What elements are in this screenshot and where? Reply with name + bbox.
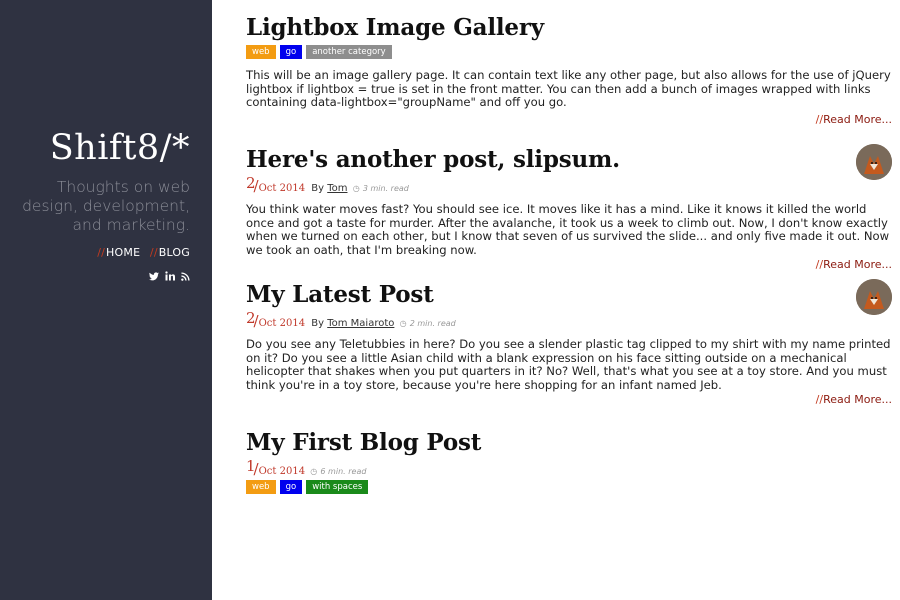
tag-badge[interactable]: go (279, 480, 303, 494)
post-by-label: By (311, 183, 325, 194)
tag-badge[interactable]: web (246, 45, 276, 59)
tag-badge[interactable]: web (246, 480, 276, 494)
post-item: Lightbox Image Gallery web go another ca… (246, 14, 892, 126)
read-more-slashes: // (815, 258, 824, 271)
nav-blog-link[interactable]: //BLOG (150, 246, 190, 259)
read-more: //Read More... (246, 113, 892, 126)
read-more: //Read More... (246, 258, 892, 271)
author-avatar[interactable] (856, 144, 892, 180)
post-tags: web go another category (246, 45, 892, 59)
social-links (149, 271, 190, 281)
post-author-link[interactable]: Tom (327, 183, 347, 194)
nav-slashes: // (97, 246, 106, 259)
read-more-label: Read More... (823, 112, 892, 126)
post-title[interactable]: My First Blog Post (246, 429, 892, 456)
post-excerpt: This will be an image gallery page. It c… (246, 68, 891, 109)
main-nav: //HOME //BLOG (91, 246, 190, 259)
site-brand[interactable]: Shift8/* (50, 128, 190, 168)
tag-badge[interactable]: go (279, 45, 303, 59)
post-author-link[interactable]: Tom Maiaroto (327, 318, 394, 329)
author-avatar[interactable] (856, 279, 892, 315)
post-title[interactable]: My Latest Post (246, 281, 892, 308)
nav-slashes: // (149, 246, 158, 259)
nav-home-label: HOME (106, 246, 141, 259)
read-more-label: Read More... (823, 393, 892, 406)
post-item: My Latest Post 2/Oct 2014 By Tom Maiarot… (246, 279, 892, 406)
post-date-monthyear: Oct 2014 (258, 318, 306, 329)
tag-badge[interactable]: with spaces (306, 480, 369, 494)
nav-blog-label: BLOG (158, 246, 190, 259)
clock-icon: ◷ (399, 319, 407, 328)
post-tags: web go with spaces (246, 480, 892, 494)
post-read-time: 2 min. read (409, 319, 456, 328)
post-read-time: 3 min. read (362, 184, 409, 193)
post-meta: 2/Oct 2014 By Tom Maiaroto ◷ 2 min. read (246, 309, 892, 330)
tag-badge[interactable]: another category (306, 45, 392, 59)
post-title[interactable]: Lightbox Image Gallery (246, 14, 892, 41)
sidebar: Shift8/* Thoughts on web design, develop… (0, 0, 212, 600)
read-more-link[interactable]: //Read More... (816, 393, 892, 406)
post-item: My First Blog Post 1/Oct 2014 ◷ 6 min. r… (246, 429, 892, 494)
post-date-day: 1 (246, 457, 256, 475)
read-more-slashes: // (815, 393, 824, 406)
read-more-link[interactable]: //Read More... (816, 258, 892, 271)
post-meta: 2/Oct 2014 By Tom ◷ 3 min. read (246, 174, 892, 195)
post-date-day: 2 (246, 309, 256, 327)
post-date-day: 2 (246, 174, 256, 192)
clock-icon: ◷ (352, 184, 360, 193)
post-date-monthyear: Oct 2014 (258, 183, 306, 194)
post-read-time: 6 min. read (320, 467, 367, 476)
read-more-slashes: // (815, 112, 824, 126)
nav-home-link[interactable]: //HOME (97, 246, 140, 259)
post-item: Here's another post, slipsum. 2/Oct 2014… (246, 144, 892, 271)
post-meta: 1/Oct 2014 ◷ 6 min. read (246, 457, 892, 478)
site-tagline: Thoughts on web design, development, and… (22, 178, 190, 234)
read-more: //Read More... (246, 393, 892, 406)
post-date-monthyear: Oct 2014 (258, 466, 306, 477)
read-more-link[interactable]: //Read More... (816, 113, 892, 126)
read-more-label: Read More... (823, 258, 892, 271)
clock-icon: ◷ (310, 467, 318, 476)
linkedin-icon[interactable] (165, 271, 175, 281)
rss-icon[interactable] (181, 271, 190, 281)
post-title[interactable]: Here's another post, slipsum. (246, 146, 892, 173)
post-excerpt: Do you see any Teletubbies in here? Do y… (246, 337, 891, 392)
post-excerpt: You think water moves fast? You should s… (246, 202, 890, 257)
post-by-label: By (311, 318, 325, 329)
twitter-icon[interactable] (149, 271, 159, 281)
